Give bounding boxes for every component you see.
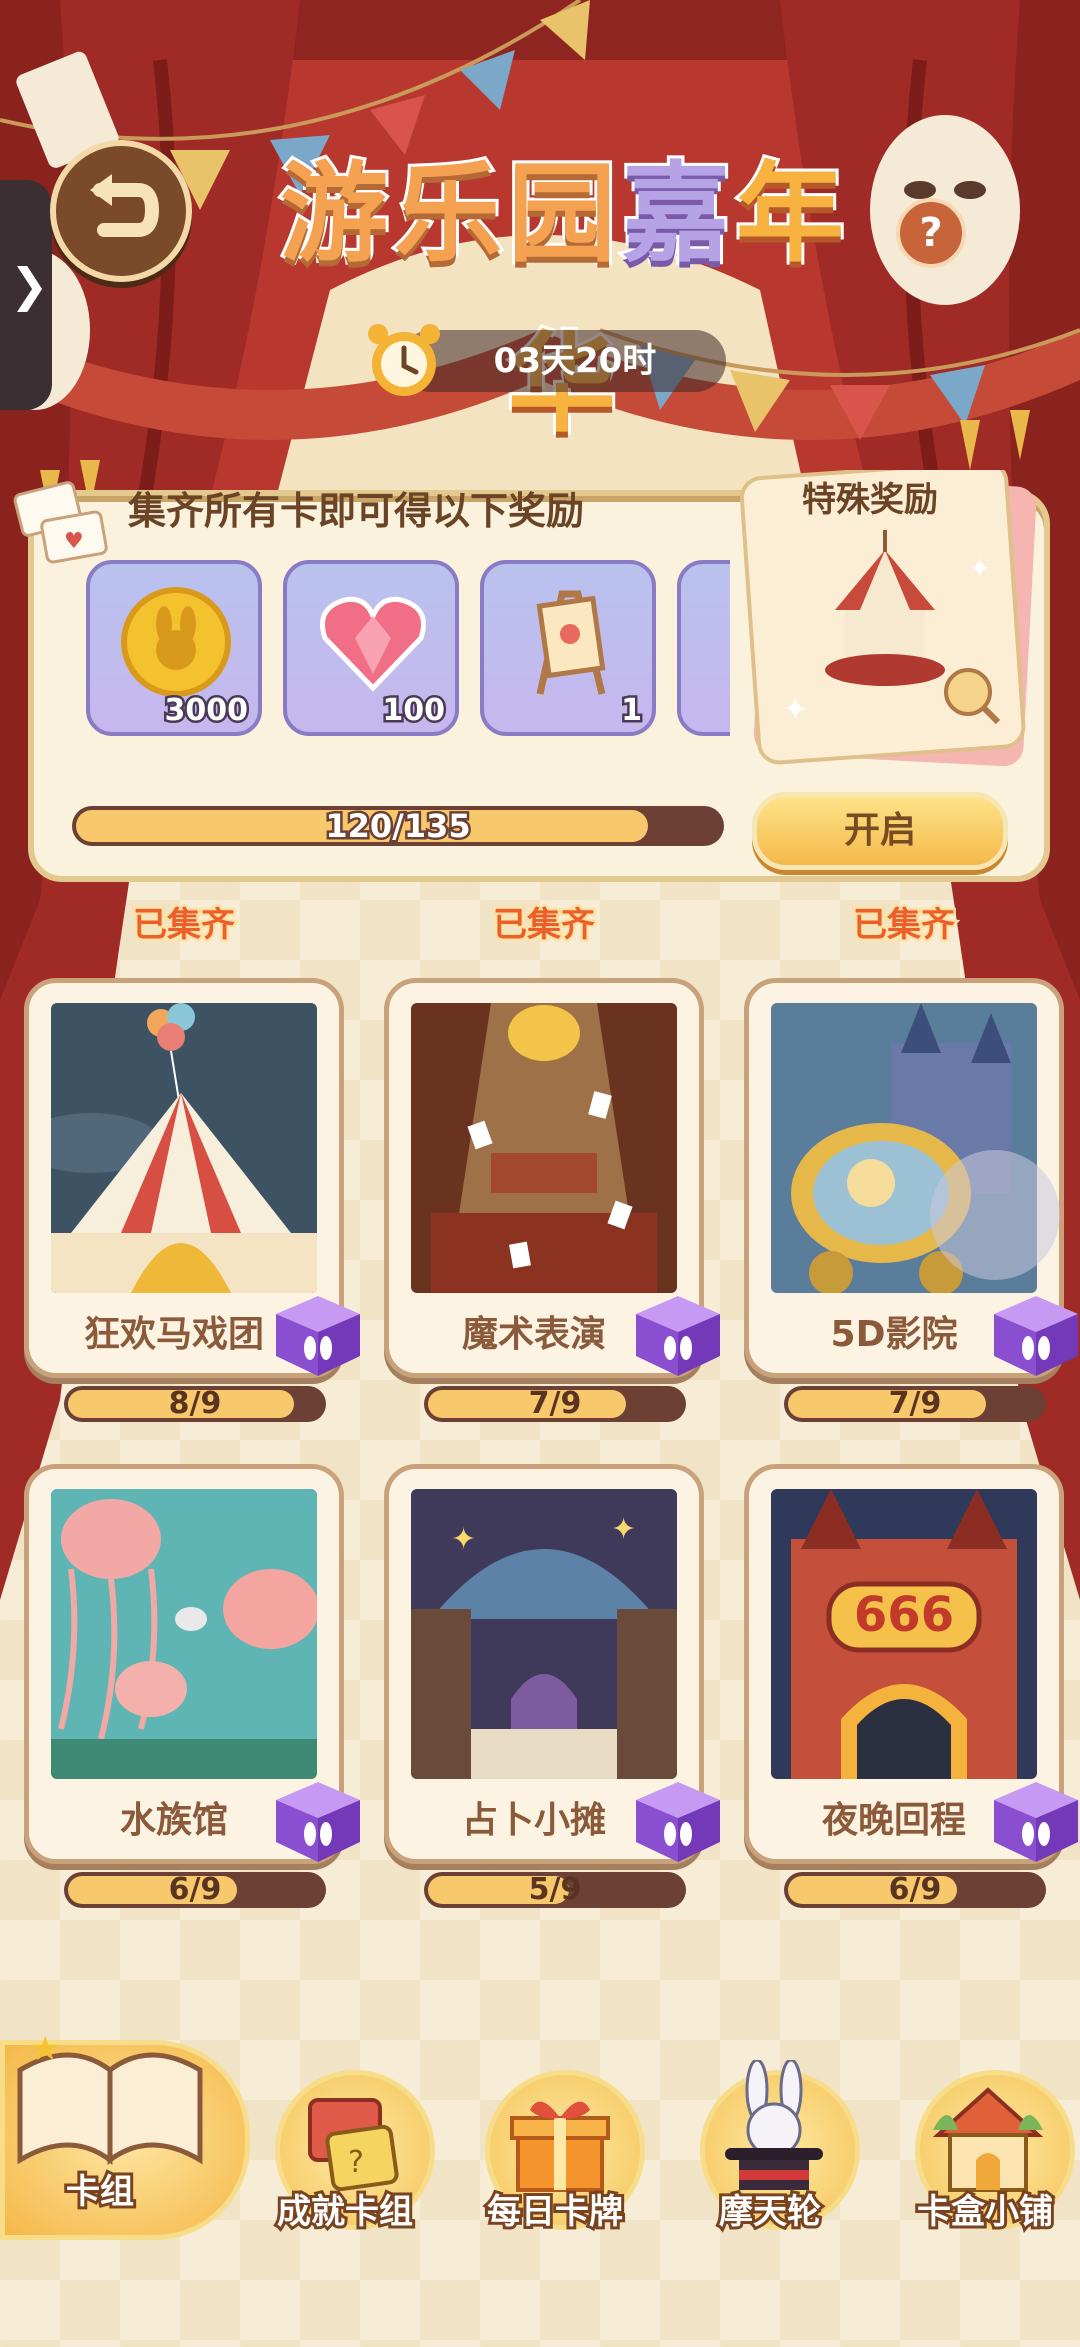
nav-card-deck[interactable]: ★ <box>0 2010 203 2180</box>
card-set-progress: 8/9 <box>64 1386 326 1422</box>
svg-text:✦: ✦ <box>451 1522 476 1557</box>
collected-label: 已集齐 <box>491 903 598 948</box>
heart-gem-icon <box>320 596 426 692</box>
bunny-cube-icon <box>276 1296 360 1376</box>
card-set-progress: 5/9 <box>424 1872 686 1908</box>
nav-label-ferris: 摩天轮 <box>716 2189 824 2235</box>
nav-label-deck: 卡组 <box>63 2169 137 2215</box>
alarm-clock-icon <box>368 324 440 396</box>
aquarium-art <box>51 1489 317 1779</box>
special-reward-label: 特殊奖励 <box>802 480 938 520</box>
magnifier-icon <box>944 668 992 716</box>
reward-items-strip[interactable]: 3000 100 1 <box>80 560 730 740</box>
card-set-progress-text: 5/9 <box>528 1872 582 1907</box>
reward-item-more[interactable] <box>677 560 730 736</box>
reward-item-coin[interactable]: 3000 <box>86 560 262 736</box>
card-set-progress-text: 7/9 <box>528 1386 582 1421</box>
bunny-cube-icon <box>994 1296 1078 1376</box>
card-set-progress-text: 7/9 <box>888 1386 942 1421</box>
collected-label: 已集齐 <box>131 903 238 948</box>
svg-text:✦: ✦ <box>782 690 809 728</box>
card-set-progress: 7/9 <box>784 1386 1046 1422</box>
title-part-2: 嘉 <box>619 149 736 280</box>
bunny-cube-icon <box>636 1296 720 1376</box>
collected-label: 已集齐 <box>851 903 958 948</box>
chevron-right-icon: ❯ <box>10 258 49 312</box>
castle-sign-666: 666 <box>854 1587 954 1643</box>
event-countdown: 03天20时 <box>493 341 657 381</box>
circus-tent-art <box>51 1003 317 1293</box>
bunny-coin-icon <box>121 587 231 697</box>
reward-qty: 1 <box>619 691 645 731</box>
collection-progress-text: 120/135 <box>323 805 473 848</box>
bunny-cube-icon <box>994 1782 1078 1862</box>
card-set-progress-text: 6/9 <box>168 1872 222 1907</box>
bunny-cube-icon <box>276 1782 360 1862</box>
title-part-1: 游乐园 <box>277 149 622 280</box>
svg-text:✦: ✦ <box>968 552 991 585</box>
reward-item-heart[interactable]: 100 <box>283 560 459 736</box>
reward-qty: 100 <box>380 691 448 731</box>
reward-item-easel[interactable]: 1 <box>480 560 656 736</box>
reward-header: 集齐所有卡即可得以下奖励 <box>128 489 585 533</box>
svg-text:?: ? <box>348 2145 364 2180</box>
card-set-progress-text: 8/9 <box>168 1386 222 1421</box>
nav-label-daily: 每日卡牌 <box>484 2189 626 2235</box>
shop-house-icon <box>932 2087 1044 2192</box>
svg-text:★: ★ <box>30 2029 60 2069</box>
svg-text:✦: ✦ <box>611 1512 636 1547</box>
card-set-progress: 6/9 <box>64 1872 326 1908</box>
page-title: 游乐园嘉年华 <box>240 130 890 450</box>
card-set-progress-text: 6/9 <box>888 1872 942 1907</box>
reward-qty: 3000 <box>162 691 250 731</box>
card-set-progress: 7/9 <box>424 1386 686 1422</box>
nav-label-shop: 卡盒小铺 <box>914 2189 1056 2235</box>
back-arrow-icon <box>90 174 160 237</box>
back-button[interactable] <box>50 140 192 282</box>
floating-assistant-button[interactable] <box>930 1150 1060 1280</box>
bunny-cube-icon <box>636 1782 720 1862</box>
fortune-stall-art: ✦ ✦ <box>411 1489 677 1779</box>
gift-box-icon <box>510 2101 610 2192</box>
night-return-art: 666 <box>771 1489 1037 1779</box>
open-reward-button[interactable]: 开启 <box>752 792 1008 870</box>
help-button[interactable]: ? <box>896 198 966 268</box>
card-stack-icon: ? <box>308 2098 399 2192</box>
easel-sign-icon <box>536 590 606 695</box>
nav-label-achievement: 成就卡组 <box>274 2189 416 2235</box>
side-drawer-tab[interactable]: ❯ <box>0 180 52 410</box>
card-set-progress: 6/9 <box>784 1872 1046 1908</box>
card-book-icon: ★ <box>17 2029 203 2165</box>
magic-show-art <box>411 1003 677 1293</box>
svg-text:♥: ♥ <box>64 529 84 554</box>
